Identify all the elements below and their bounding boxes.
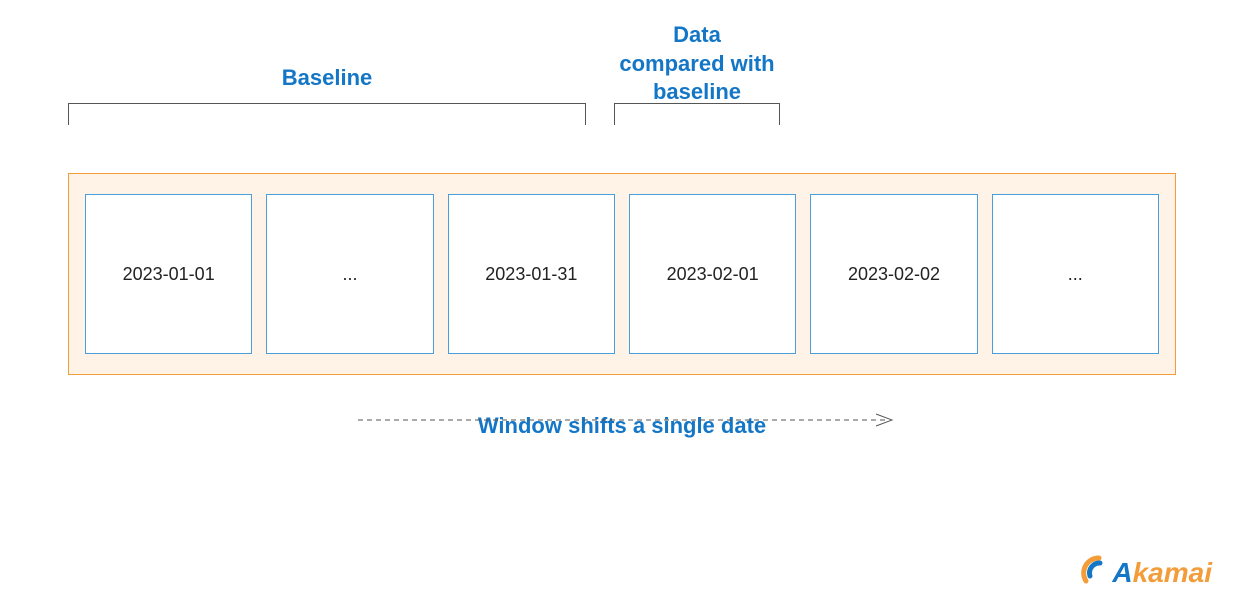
arrow-icon [358, 413, 898, 427]
compared-label: Data compared with baseline [614, 21, 780, 107]
date-box: 2023-01-01 [85, 194, 252, 354]
arrow-line [358, 413, 898, 414]
logo-swirl-icon [1080, 554, 1118, 592]
date-box: 2023-02-02 [810, 194, 977, 354]
logo-text: Akamai [1112, 557, 1212, 589]
logo: Akamai [1080, 554, 1212, 592]
diagram-container: Baseline Data compared with baseline 202… [68, 65, 1176, 439]
date-box: ... [992, 194, 1159, 354]
date-box: 2023-01-31 [448, 194, 615, 354]
bracket-compared [614, 103, 780, 125]
date-box: ... [266, 194, 433, 354]
window-container: 2023-01-01 ... 2023-01-31 2023-02-01 202… [68, 173, 1176, 375]
labels-row: Baseline Data compared with baseline [68, 65, 1176, 165]
arrow-section: Window shifts a single date [68, 413, 1176, 439]
date-box: 2023-02-01 [629, 194, 796, 354]
baseline-label: Baseline [68, 65, 586, 91]
bracket-baseline [68, 103, 586, 125]
logo-text-rest: kamai [1133, 557, 1212, 588]
